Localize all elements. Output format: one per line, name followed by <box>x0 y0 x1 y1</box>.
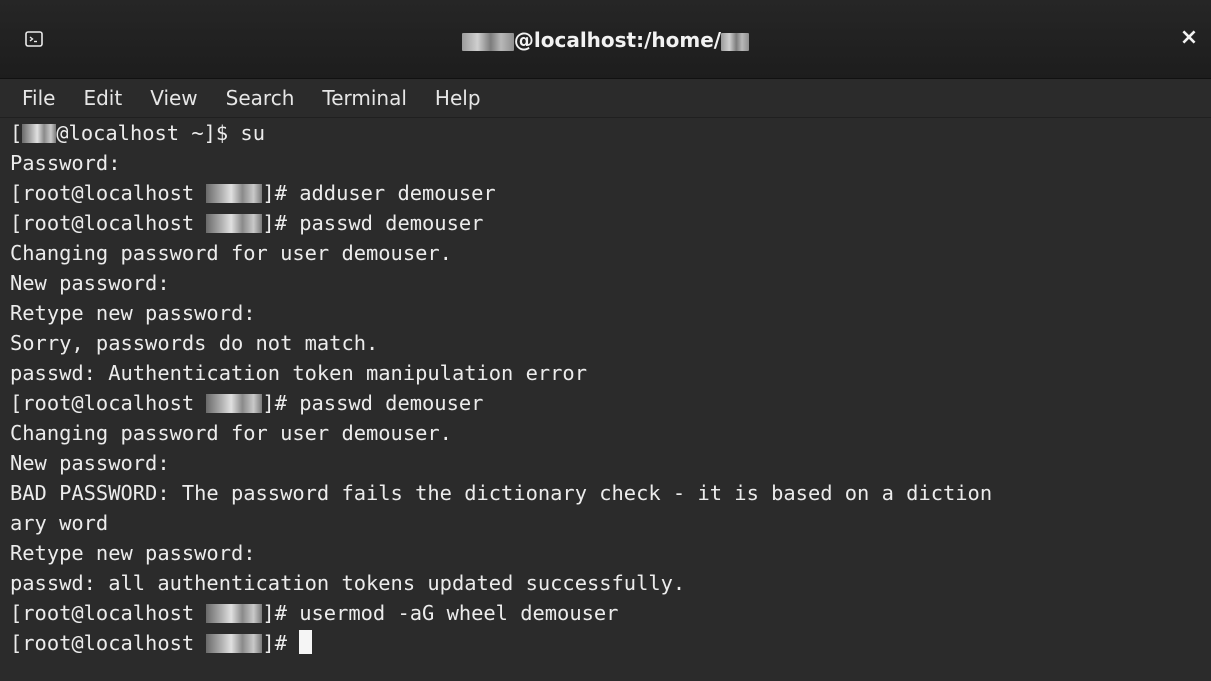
terminal-line: Changing password for user demouser. <box>10 241 452 265</box>
terminal-line-text: @localhost ~]$ su <box>56 121 265 145</box>
terminal-line: BAD PASSWORD: The password fails the dic… <box>10 481 993 505</box>
terminal-line: [ @localhost ~]$ su <box>10 118 1211 148</box>
window-title-text: @localhost:/home/ <box>513 28 722 52</box>
title-bar: @localhost:/home/ × <box>0 0 1211 79</box>
window-title: @localhost:/home/ <box>0 28 1211 52</box>
menu-help[interactable]: Help <box>421 86 495 110</box>
terminal-line-text: [root@localhost <box>10 391 207 415</box>
terminal-line: [root@localhost ]# adduser demouser <box>10 178 1211 208</box>
text-cursor <box>299 630 313 654</box>
redacted-path <box>206 394 263 413</box>
menu-terminal[interactable]: Terminal <box>308 86 421 110</box>
terminal-line-text: [root@localhost <box>10 181 207 205</box>
terminal-line-text: ]# passwd demouser <box>262 211 484 235</box>
terminal-line: Retype new password: <box>10 541 256 565</box>
terminal-line: Changing password for user demouser. <box>10 421 452 445</box>
terminal-line: Retype new password: <box>10 301 256 325</box>
menu-view[interactable]: View <box>136 86 211 110</box>
menu-bar: File Edit View Search Terminal Help <box>0 79 1211 118</box>
terminal-line-text: [ <box>10 121 23 145</box>
terminal-line: Password: <box>10 151 121 175</box>
menu-search[interactable]: Search <box>212 86 309 110</box>
terminal-line: [root@localhost ]# passwd demouser <box>10 388 1211 418</box>
close-button[interactable]: × <box>1177 26 1201 50</box>
redacted-path <box>206 604 263 623</box>
terminal-output[interactable]: [ @localhost ~]$ su Password: [root@local… <box>0 118 1211 681</box>
redacted-username <box>461 32 514 51</box>
redacted-path <box>206 184 263 203</box>
terminal-line: Sorry, passwords do not match. <box>10 331 379 355</box>
terminal-line: New password: <box>10 451 170 475</box>
terminal-line: [root@localhost ]# passwd demouser <box>10 208 1211 238</box>
terminal-line: New password: <box>10 271 170 295</box>
terminal-line-text: ]# <box>262 631 300 655</box>
terminal-line: ary word <box>10 511 109 535</box>
terminal-line: passwd: all authentication tokens update… <box>10 571 686 595</box>
terminal-line: passwd: Authentication token manipulatio… <box>10 361 587 385</box>
terminal-line-text: ]# passwd demouser <box>262 391 484 415</box>
terminal-prompt-line: [root@localhost ]# <box>10 628 1211 658</box>
terminal-line-text: ]# adduser demouser <box>262 181 496 205</box>
terminal-line-text: [root@localhost <box>10 631 207 655</box>
redacted-path <box>206 214 263 233</box>
redacted-folder <box>721 32 750 51</box>
redacted-path <box>206 634 263 653</box>
menu-file[interactable]: File <box>0 86 69 110</box>
terminal-line-text: ]# usermod -aG wheel demouser <box>262 601 619 625</box>
menu-edit[interactable]: Edit <box>69 86 136 110</box>
redacted-username <box>22 124 57 143</box>
terminal-line-text: [root@localhost <box>10 601 207 625</box>
terminal-line: [root@localhost ]# usermod -aG wheel dem… <box>10 598 1211 628</box>
terminal-line-text: [root@localhost <box>10 211 207 235</box>
terminal-window: @localhost:/home/ × File Edit View Searc… <box>0 0 1211 681</box>
